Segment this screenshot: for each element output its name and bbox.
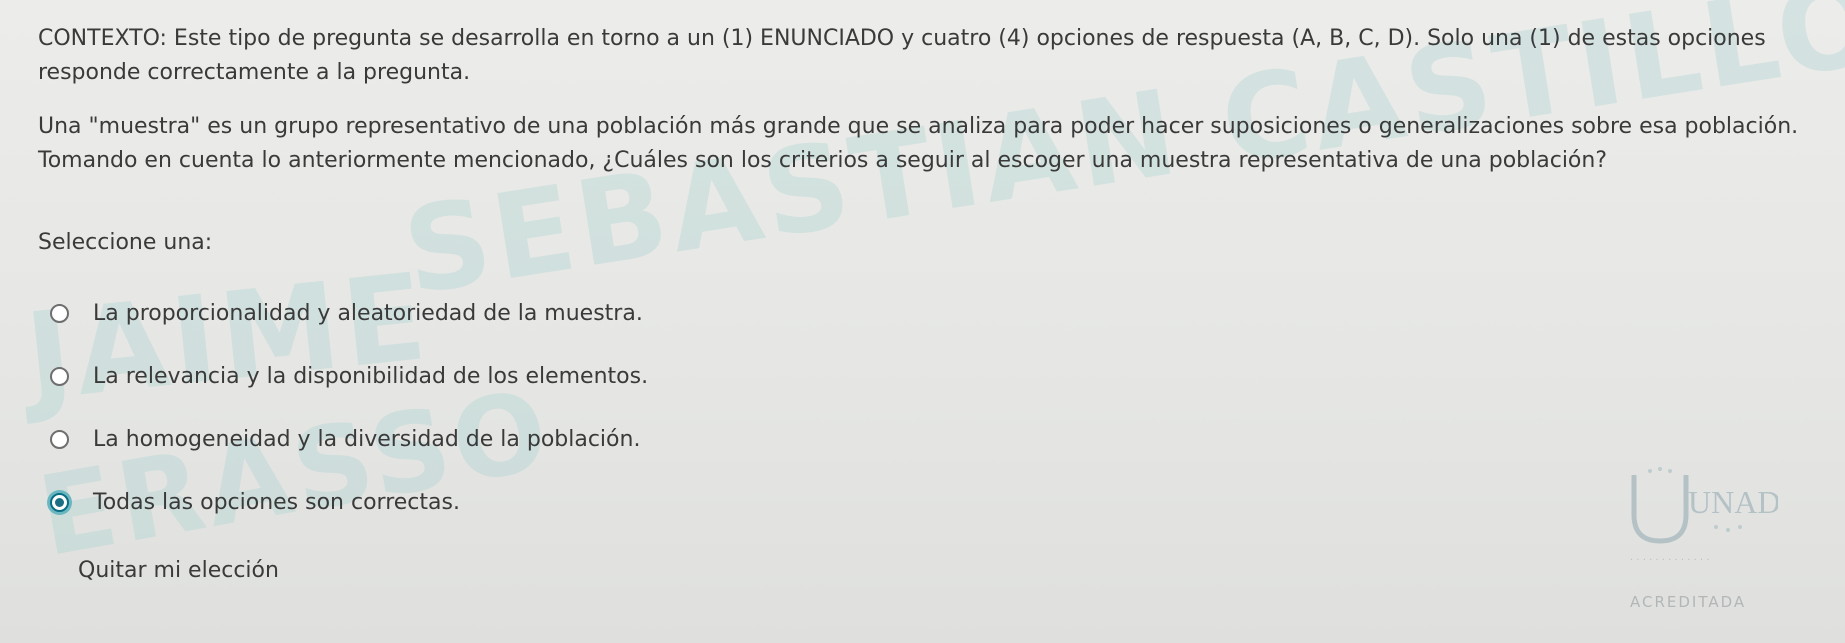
question-context: CONTEXTO: Este tipo de pregunta se desar…: [38, 26, 1766, 85]
unad-logo: UNAD · · · · · · · · · · · · · ACREDITAD…: [1620, 445, 1830, 635]
answer-option-b-label: La relevancia y la disponibilidad de los…: [93, 364, 649, 389]
unad-accreditation-text: ACREDITADA: [1630, 593, 1747, 611]
answer-option-a-label: La proporcionalidad y aleatoriedad de la…: [93, 301, 643, 326]
answer-option-a[interactable]: La proporcionalidad y aleatoriedad de la…: [38, 282, 1818, 345]
answer-option-c[interactable]: La homogeneidad y la diversidad de la po…: [38, 408, 1818, 471]
unad-logo-text: UNAD: [1688, 484, 1778, 520]
unad-logo-icon: UNAD: [1631, 467, 1778, 544]
question-stem: Una "muestra" es un grupo representativo…: [38, 114, 1799, 173]
answer-options: La proporcionalidad y aleatoriedad de la…: [38, 282, 1818, 534]
radio-button-d-selected[interactable]: [50, 493, 69, 512]
radio-button-a[interactable]: [50, 304, 69, 323]
answer-option-c-label: La homogeneidad y la diversidad de la po…: [93, 427, 641, 452]
answer-option-d[interactable]: Todas las opciones son correctas.: [38, 471, 1818, 534]
answer-option-b[interactable]: La relevancia y la disponibilidad de los…: [38, 345, 1818, 408]
radio-button-b[interactable]: [50, 367, 69, 386]
question-container: CONTEXTO: Este tipo de pregunta se desar…: [38, 22, 1818, 583]
select-one-prompt: Seleccione una:: [38, 230, 213, 255]
answer-option-d-label: Todas las opciones son correctas.: [93, 490, 460, 515]
clear-choice-link[interactable]: Quitar mi elección: [78, 558, 279, 583]
radio-button-c[interactable]: [50, 430, 69, 449]
unad-university-subtitle: · · · · · · · · · · · · ·: [1630, 555, 1710, 566]
